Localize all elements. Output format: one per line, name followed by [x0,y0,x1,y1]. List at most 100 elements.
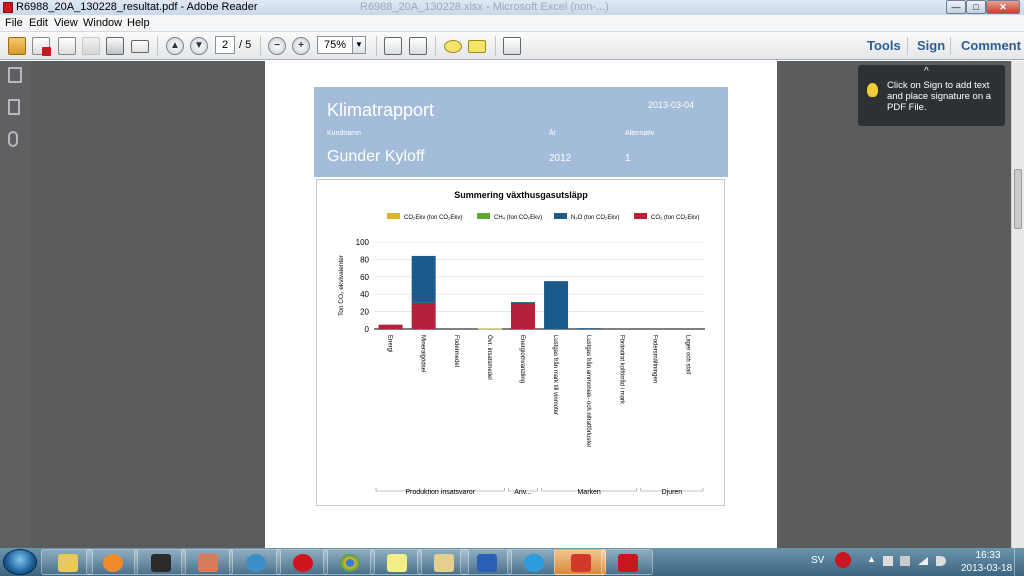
device-icon[interactable] [900,556,910,566]
clock-time[interactable]: 16:33 [966,550,1010,561]
hp-icon [246,554,266,572]
taskbar-sticky-notes[interactable] [370,549,422,575]
bar-segment [544,281,569,329]
y-axis-label: Ton CO₂ ekvivalenter [338,254,345,316]
alert-icon[interactable] [835,552,851,568]
taskbar-word[interactable] [460,549,512,575]
alternative-label: Alternativ [625,130,655,137]
x-tick-label: Energiomvandling [519,335,525,383]
word-icon [477,554,497,572]
menu-help[interactable]: Help [127,15,150,32]
year-label: År [549,130,556,137]
create-pdf-icon[interactable] [8,37,26,55]
language-indicator[interactable]: SV [811,555,824,566]
bar-segment [577,328,602,329]
report-header: Klimatrapport 2013-03-04 Kundnamn År Alt… [314,87,728,177]
emissions-chart: Summering växthusgasutsläpp CO₂Ekv (ton C… [316,179,725,506]
fit-page-icon[interactable] [409,37,427,55]
taskbar-hp[interactable] [229,549,281,575]
taskbar-chrome[interactable] [323,549,375,575]
report-title: Klimatrapport [327,100,435,120]
group-label: Marken [577,489,600,496]
read-mode-icon[interactable] [503,37,521,55]
maximize-button[interactable]: □ [966,0,986,14]
customer-label: Kundnamn [327,130,361,137]
volume-icon[interactable] [936,556,946,566]
media-player-icon [103,554,123,572]
page-total: / 5 [239,39,252,51]
legend-label: CO₂ (ton CO₂Ekv) [651,215,699,221]
alternative-value: 1 [625,153,631,164]
y-tick-label: 20 [360,308,369,317]
page-number-input[interactable]: 2 [215,36,235,54]
lightbulb-icon [867,83,878,97]
signal-icon[interactable] [918,557,928,565]
tools-link[interactable]: Tools [867,32,901,60]
legend-swatch [554,213,567,219]
sticky-notes-icon [387,554,407,572]
taskbar-printer[interactable] [181,549,233,575]
x-tick-label: Övr. insatsmedel [486,335,493,380]
comment-icon[interactable] [444,40,462,53]
menu-file[interactable]: File [5,15,23,32]
combine-files-icon[interactable] [32,37,51,56]
minimize-button[interactable]: — [946,0,966,14]
taskbar-webcam[interactable] [134,549,186,575]
attachments-icon[interactable] [8,131,18,147]
page-thumbnails-icon[interactable] [8,67,22,83]
menu-edit[interactable]: Edit [29,15,48,32]
fit-width-icon[interactable] [384,37,402,55]
y-tick-label: 60 [360,273,369,282]
email-icon[interactable] [131,40,149,53]
legend-swatch [387,213,400,219]
comment-link[interactable]: Comment [961,32,1021,60]
bookmarks-icon[interactable] [8,99,20,115]
legend-swatch [477,213,490,219]
report-date: 2013-03-04 [648,100,695,110]
close-button[interactable]: ✕ [986,0,1020,14]
document-view[interactable]: Klimatrapport 2013-03-04 Kundnamn År Alt… [31,61,1011,548]
y-tick-label: 80 [360,255,369,264]
bar-segment [378,324,403,329]
y-tick-label: 0 [365,325,370,334]
x-tick-label: Lustgas från ammoniak- och nitratförlust… [585,335,592,447]
taskbar-media-player[interactable] [86,549,138,575]
vertical-scrollbar[interactable] [1011,61,1024,548]
highlight-icon[interactable] [468,40,486,53]
taskbar-autocad[interactable] [554,549,606,575]
x-tick-label: Fodermedel [453,335,459,367]
next-page-icon[interactable]: ▼ [190,37,208,55]
system-tray: SV ▲ 16:33 2013-03-18 [803,548,1024,576]
x-tick-label: Lager och stall [684,335,690,374]
start-button[interactable] [3,549,37,575]
taskbar-internet-explorer[interactable] [507,549,559,575]
zoom-dropdown-icon[interactable]: ▼ [352,36,366,54]
customer-name: Gunder Kyloff [327,148,425,165]
show-desktop-button[interactable] [1014,548,1024,576]
taskbar-acrobat[interactable] [601,549,653,575]
group-label: Djuren [662,489,683,496]
legend-label: N₂O (ton CO₂Ekv) [571,215,619,221]
sign-link[interactable]: Sign [917,32,945,60]
acrobat-icon [618,554,638,572]
opera-icon [293,554,313,572]
zoom-out-icon[interactable]: − [268,37,286,55]
network-icon[interactable] [883,556,893,566]
scrollbar-thumb[interactable] [1014,169,1022,229]
menu-window[interactable]: Window [83,15,122,32]
toolbar: ▲ ▼ 2 / 5 − + 75% ▼ Tools Sign Comment [0,32,1024,60]
legend-label: CH₄ (ton CO₂Ekv) [494,215,542,221]
print-icon[interactable] [106,37,124,55]
edit-document-icon[interactable] [58,37,76,55]
previous-page-icon[interactable]: ▲ [166,37,184,55]
clock-date[interactable]: 2013-03-18 [961,563,1012,574]
taskbar-opera[interactable] [276,549,328,575]
tooltip-text: Click on Sign to add text and place sign… [887,80,992,113]
zoom-input[interactable]: 75% [317,36,353,54]
save-icon[interactable] [82,37,100,55]
show-hidden-icons-icon[interactable]: ▲ [867,554,876,564]
background-window-title: R6988_20A_130228.xlsx - Microsoft Excel … [360,1,609,13]
zoom-in-icon[interactable]: + [292,37,310,55]
printer-icon [198,554,218,572]
menu-view[interactable]: View [54,15,78,32]
